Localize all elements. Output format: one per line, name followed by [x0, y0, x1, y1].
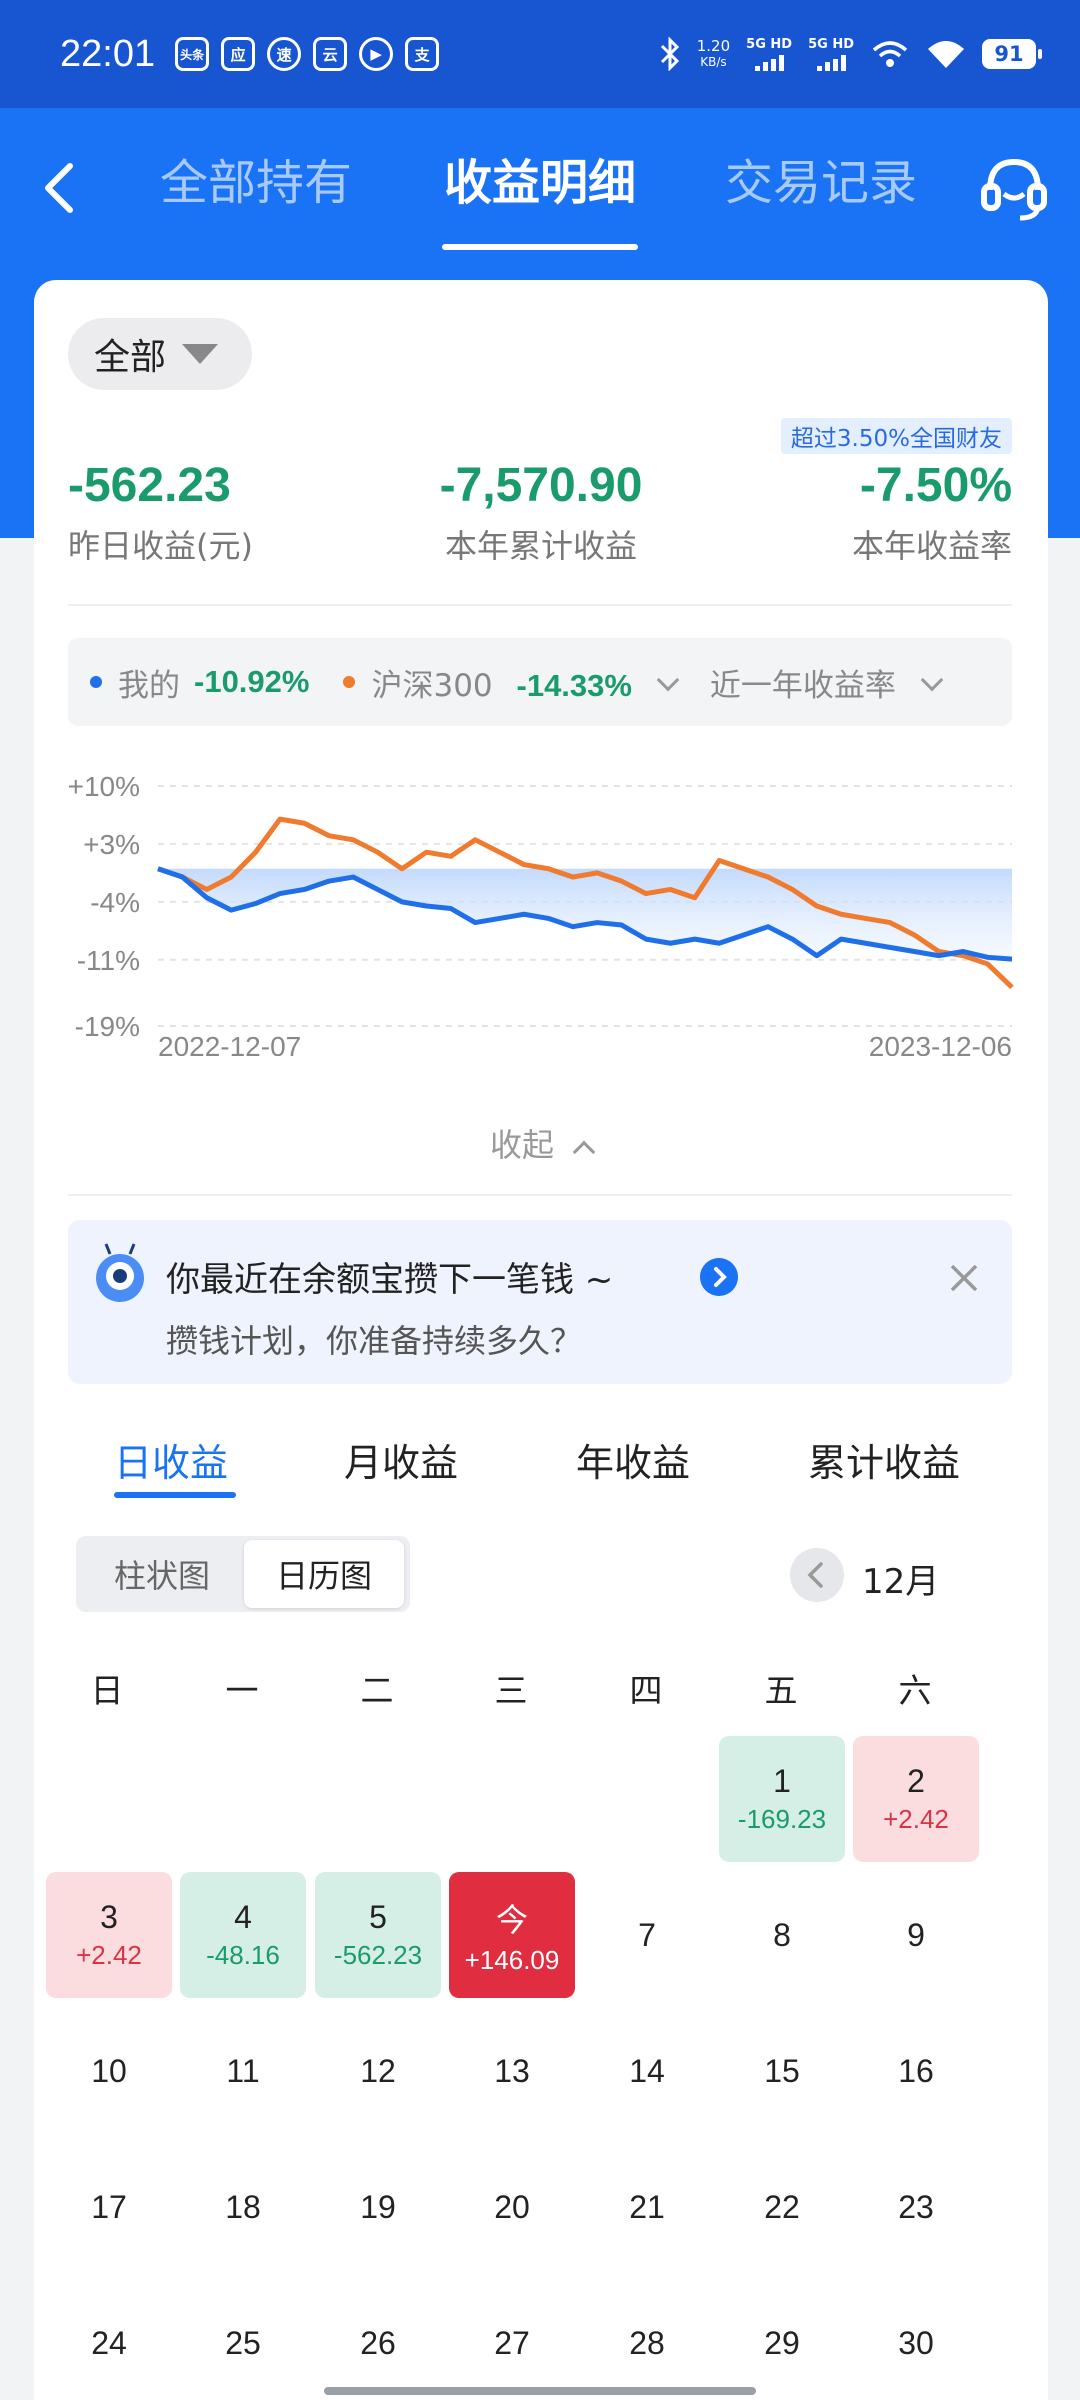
- calendar-day-number: 8: [773, 1916, 791, 1953]
- clock: 22:01: [60, 32, 156, 75]
- calendar-day[interactable]: 29: [719, 2280, 845, 2400]
- calendar-day-number: 13: [494, 2052, 530, 2089]
- calendar-day[interactable]: 今 +146.09: [449, 1872, 575, 1998]
- earnings-card: 全部 超过3.50%全国财友 -562.23 昨日收益(元) -7,570.90…: [34, 280, 1048, 2400]
- calendar-day[interactable]: 21: [584, 2144, 710, 2270]
- home-indicator[interactable]: [324, 2387, 756, 2395]
- alipay-icon: 支: [405, 37, 440, 71]
- speed-app-icon: 速: [267, 37, 302, 71]
- calendar-day-number: 26: [360, 2324, 396, 2361]
- calendar-day-earnings: -562.23: [333, 1940, 423, 1970]
- signal-icon: [754, 54, 784, 71]
- calendar-day-number: 30: [898, 2324, 934, 2361]
- calendar-day-number: 29: [764, 2324, 800, 2361]
- calendar-day[interactable]: 10: [46, 2008, 172, 2134]
- calendar-day-number: 28: [629, 2324, 665, 2361]
- signal-icon: [816, 54, 846, 71]
- calendar-day-number: 20: [494, 2188, 530, 2225]
- tab-earnings-detail[interactable]: 收益明细: [444, 143, 636, 213]
- calendar-day[interactable]: 15: [719, 2008, 845, 2134]
- play-app-icon: ▶: [359, 37, 394, 71]
- customer-service-icon[interactable]: [976, 150, 1052, 226]
- network-speed: 1.20 KB/s: [697, 38, 730, 70]
- calendar-day[interactable]: 14: [584, 2008, 710, 2134]
- calendar-day-number: 5: [369, 1899, 387, 1935]
- hotspot-icon: [872, 41, 908, 67]
- toutiao-icon: 头条: [175, 37, 210, 71]
- bluetooth-icon: [660, 37, 679, 71]
- calendar-day[interactable]: 24: [46, 2280, 172, 2400]
- network-speed-value: 1.20: [696, 37, 731, 55]
- tab-transactions[interactable]: 交易记录: [725, 143, 917, 213]
- calendar-day-number: 4: [234, 1899, 252, 1935]
- calendar-day[interactable]: 22: [719, 2144, 845, 2270]
- calendar-day[interactable]: 3 +2.42: [46, 1872, 172, 1998]
- calendar-day-number: 1: [773, 1763, 791, 1799]
- calendar-day-number: 17: [91, 2188, 127, 2225]
- calendar-day-number: 14: [629, 2052, 665, 2089]
- calendar-day[interactable]: 27: [449, 2280, 575, 2400]
- calendar-day-number: 22: [764, 2188, 800, 2225]
- calendar-day-number: 11: [226, 2052, 260, 2089]
- calendar-day-number: 15: [764, 2052, 800, 2089]
- calendar-day[interactable]: 7: [584, 1872, 710, 1998]
- calendar-day[interactable]: 13: [449, 2008, 575, 2134]
- network-speed-unit: KB/s: [700, 55, 727, 69]
- calendar-day[interactable]: 17: [46, 2144, 172, 2270]
- calendar-day[interactable]: 1 -169.23: [719, 1736, 845, 1862]
- earnings-calendar: 1 -169.23 2 +2.42 3 +2.42 4 -48.16 5 -562.23 今 +146…: [34, 280, 1048, 2400]
- calendar-day[interactable]: 20: [449, 2144, 575, 2270]
- calendar-day[interactable]: 23: [853, 2144, 979, 2270]
- sim1-label: 5G HD: [746, 36, 793, 52]
- sim2-signal: 5G HD: [808, 36, 854, 71]
- calendar-day[interactable]: 8: [719, 1872, 845, 1998]
- calendar-day[interactable]: 30: [853, 2280, 979, 2400]
- back-icon[interactable]: [30, 148, 90, 228]
- calendar-day[interactable]: 16: [853, 2008, 979, 2134]
- calendar-day-number: 24: [91, 2324, 127, 2361]
- calendar-day-number: 23: [898, 2188, 934, 2225]
- battery-level: 91: [994, 42, 1024, 66]
- calendar-day[interactable]: 25: [180, 2280, 306, 2400]
- calendar-day[interactable]: 4 -48.16: [180, 1872, 306, 1998]
- tab-all-holdings[interactable]: 全部持有: [160, 143, 352, 213]
- calendar-day-number: 3: [100, 1899, 118, 1935]
- top-nav: 全部持有 收益明细 交易记录: [0, 108, 1080, 278]
- calendar-day[interactable]: 18: [180, 2144, 306, 2270]
- calendar-day-number: 16: [898, 2052, 934, 2089]
- calendar-day[interactable]: 19: [315, 2144, 441, 2270]
- active-tab-indicator: [442, 244, 638, 250]
- calendar-day[interactable]: 11: [180, 2008, 306, 2134]
- calendar-day-number: 18: [225, 2188, 261, 2225]
- sim1-signal: 5G HD: [746, 36, 793, 71]
- calendar-day-earnings: -48.16: [206, 1940, 280, 1970]
- calendar-day-earnings: -169.23: [737, 1804, 827, 1834]
- calendar-day[interactable]: 9: [853, 1872, 979, 1998]
- calendar-day-earnings: +2.42: [76, 1940, 142, 1970]
- calendar-day-number: 12: [360, 2052, 396, 2089]
- cloud-app-icon: 云: [313, 37, 348, 71]
- sim2-label: 5G HD: [808, 36, 854, 52]
- calendar-day-number: 21: [629, 2188, 665, 2225]
- calendar-day[interactable]: 2 +2.42: [853, 1736, 979, 1862]
- calendar-day-earnings: +2.42: [883, 1804, 949, 1834]
- calendar-day[interactable]: 12: [315, 2008, 441, 2134]
- calendar-day-number: 25: [225, 2324, 261, 2361]
- calendar-day[interactable]: 5 -562.23: [315, 1872, 441, 1998]
- app-icon: 应: [221, 37, 256, 71]
- status-bar: 22:01 头条 应 速 云 ▶ 支 1.20 KB/s 5G HD 5G HD…: [0, 0, 1080, 108]
- calendar-day-number: 19: [360, 2188, 396, 2225]
- calendar-day-earnings: +146.09: [464, 1944, 560, 1975]
- wifi-icon: [928, 41, 964, 68]
- calendar-day-number: 10: [91, 2052, 127, 2089]
- notification-icons: 头条 应 速 云 ▶ 支: [175, 37, 440, 71]
- calendar-day-number: 27: [494, 2324, 530, 2361]
- calendar-day[interactable]: 28: [584, 2280, 710, 2400]
- calendar-day-number: 7: [638, 1916, 656, 1953]
- calendar-day[interactable]: 26: [315, 2280, 441, 2400]
- calendar-day-number: 9: [907, 1916, 925, 1953]
- calendar-day-number: 今: [495, 1901, 528, 1938]
- battery-icon: 91: [982, 39, 1042, 69]
- calendar-day-number: 2: [907, 1763, 925, 1799]
